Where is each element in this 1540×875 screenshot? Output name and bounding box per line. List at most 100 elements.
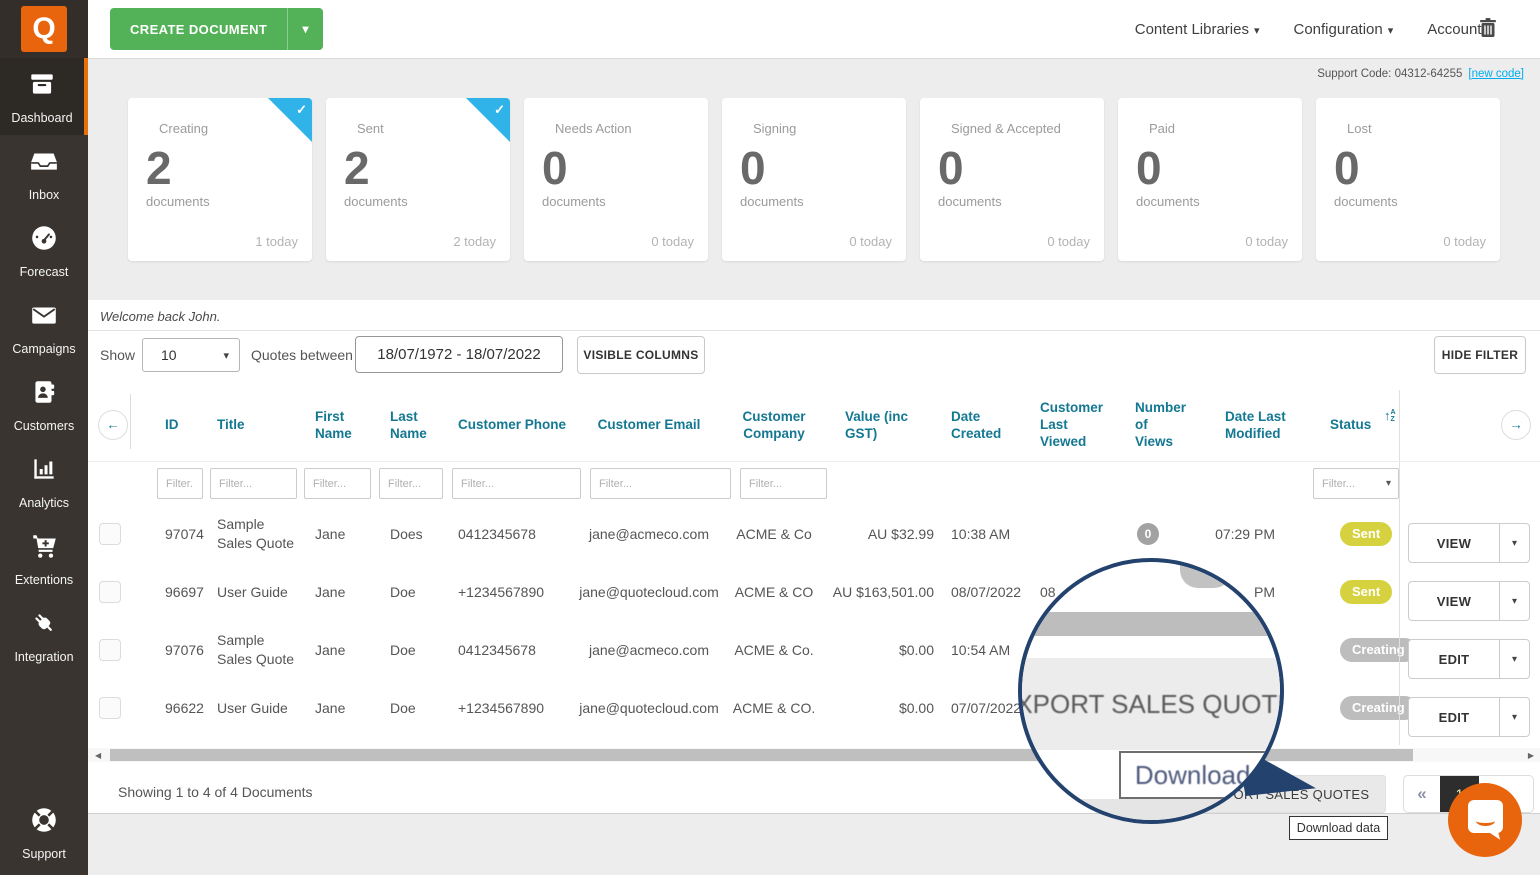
main-content: Welcome back John. Show 10 ▾ Quotes betw… (88, 300, 1540, 813)
card-signed-accepted[interactable]: Signed & Accepted 0 documents 0 today (920, 98, 1104, 261)
sidebar-item-label: Forecast (20, 265, 69, 279)
scrollbar-right-arrow-icon[interactable]: ▶ (1528, 751, 1534, 760)
hide-filter-button[interactable]: HIDE FILTER (1434, 336, 1526, 374)
col-header-last-viewed[interactable]: Customer Last Viewed (1028, 400, 1110, 451)
card-creating[interactable]: ✓ Creating 2 documents 1 today (128, 98, 312, 261)
cell-title: Sample Sales Quote (204, 631, 296, 669)
row-checkbox[interactable] (99, 523, 121, 545)
filter-input-email[interactable] (590, 468, 731, 499)
filter-input-title[interactable] (210, 468, 297, 499)
card-lost[interactable]: Lost 0 documents 0 today (1316, 98, 1500, 261)
card-needs-action[interactable]: Needs Action 0 documents 0 today (524, 98, 708, 261)
col-header-customer-company[interactable]: Customer Company (724, 409, 824, 443)
card-paid[interactable]: Paid 0 documents 0 today (1118, 98, 1302, 261)
new-code-link[interactable]: [new code] (1468, 68, 1524, 80)
topbar: CREATE DOCUMENT ▾ Content Libraries▾ Con… (88, 0, 1540, 58)
col-header-date-created[interactable]: Date Created (936, 409, 1028, 443)
scrollbar-left-arrow-icon[interactable]: ◀ (95, 751, 101, 760)
col-header-customer-email[interactable]: Customer Email (574, 417, 724, 434)
col-header-value[interactable]: Value (inc GST) (824, 409, 936, 443)
sidebar-item-label: Analytics (19, 496, 69, 510)
card-value: 0 (1334, 144, 1482, 192)
col-header-last-name[interactable]: Last Name (368, 409, 442, 443)
sidebar-item-extentions[interactable]: Extentions (0, 520, 88, 597)
chat-launcher-button[interactable] (1448, 783, 1522, 857)
horizontal-scrollbar[interactable]: ◀ ▶ (88, 748, 1540, 762)
sidebar-item-analytics[interactable]: Analytics (0, 443, 88, 520)
card-value: 2 (344, 144, 492, 192)
col-header-customer-phone[interactable]: Customer Phone (442, 417, 574, 434)
card-today: 0 today (1047, 234, 1090, 249)
cell-title: Sample Sales Quote (204, 515, 296, 553)
row-checkbox[interactable] (99, 581, 121, 603)
show-label: Show (100, 347, 135, 363)
view-button[interactable]: VIEW ▾ (1408, 523, 1530, 563)
cell-date-created: 10:38 AM (936, 526, 1028, 542)
sidebar-item-label: Inbox (29, 188, 60, 202)
filter-input-phone[interactable] (452, 468, 581, 499)
sidebar-item-support[interactable]: Support (0, 794, 88, 871)
col-header-title[interactable]: Title (204, 417, 296, 434)
scroll-left-button[interactable]: ← (98, 410, 128, 440)
chevron-down-icon[interactable]: ▾ (1499, 582, 1529, 620)
card-today: 0 today (651, 234, 694, 249)
trash-icon[interactable] (1478, 17, 1498, 44)
sidebar-item-customers[interactable]: Customers (0, 366, 88, 443)
row-checkbox[interactable] (99, 639, 121, 661)
cell-email: jane@acmeco.com (574, 526, 724, 542)
scroll-right-button[interactable]: → (1501, 410, 1531, 440)
page-size-select[interactable]: 10 ▾ (142, 338, 240, 372)
documents-table: ID Title First Name Last Name Customer P… (88, 390, 1540, 737)
filter-select-status[interactable]: Filter... ▾ (1313, 468, 1399, 499)
cell-value: AU $32.99 (824, 526, 936, 542)
row-checkbox[interactable] (99, 697, 121, 719)
menu-content-libraries[interactable]: Content Libraries▾ (1135, 21, 1260, 38)
cell-id: 97076 (132, 642, 204, 658)
create-document-button[interactable]: CREATE DOCUMENT ▾ (110, 8, 323, 50)
sidebar-item-campaigns[interactable]: Campaigns (0, 289, 88, 366)
cell-company: ACME & CO. (724, 700, 824, 716)
filter-input-id[interactable] (157, 468, 203, 499)
table-row: 96622 User Guide Jane Doe +1234567890 ja… (88, 679, 1540, 737)
col-header-status[interactable]: Status (1288, 417, 1399, 434)
col-header-first-name[interactable]: First Name (296, 409, 368, 443)
sidebar-item-integration[interactable]: Integration (0, 597, 88, 674)
menu-configuration[interactable]: Configuration▾ (1294, 21, 1394, 38)
card-sent[interactable]: ✓ Sent 2 documents 2 today (326, 98, 510, 261)
magnified-tooltip: Download d (1119, 751, 1284, 799)
filter-input-company[interactable] (740, 468, 827, 499)
pagination-prev-button[interactable]: « (1404, 776, 1440, 812)
card-unit: documents (1334, 194, 1482, 209)
cell-date-modified: 07:29 PM (1186, 526, 1288, 542)
table-row: 97074 Sample Sales Quote Jane Does 04123… (88, 505, 1540, 563)
card-value: 2 (146, 144, 294, 192)
sort-az-icon[interactable]: ↑AZ (1384, 408, 1396, 424)
col-header-id[interactable]: ID (132, 417, 204, 434)
card-value: 0 (542, 144, 690, 192)
card-today: 2 today (453, 234, 496, 249)
sidebar-item-forecast[interactable]: Forecast (0, 212, 88, 289)
cell-value: $0.00 (824, 642, 936, 658)
chevron-down-icon[interactable]: ▾ (1499, 698, 1529, 736)
edit-button[interactable]: EDIT ▾ (1408, 697, 1530, 737)
sidebar-item-dashboard[interactable]: Dashboard (0, 58, 88, 135)
filter-input-last-name[interactable] (379, 468, 443, 499)
sidebar-item-inbox[interactable]: Inbox (0, 135, 88, 212)
chevron-down-icon[interactable]: ▾ (1499, 640, 1529, 678)
view-button[interactable]: VIEW ▾ (1408, 581, 1530, 621)
card-title: Lost (1334, 120, 1482, 138)
filter-input-first-name[interactable] (304, 468, 371, 499)
chevron-down-icon[interactable]: ▾ (287, 8, 323, 50)
visible-columns-button[interactable]: VISIBLE COLUMNS (577, 336, 705, 374)
card-signing[interactable]: Signing 0 documents 0 today (722, 98, 906, 261)
campaigns-icon (29, 300, 59, 342)
col-header-date-modified[interactable]: Date Last Modified (1186, 409, 1288, 443)
chevron-down-icon: ▾ (223, 349, 239, 362)
divider (88, 330, 1540, 331)
chevron-down-icon[interactable]: ▾ (1499, 524, 1529, 562)
date-range-input[interactable]: 18/07/1972 - 18/07/2022 (355, 336, 563, 373)
table-toolbar: Show 10 ▾ Quotes between 18/07/1972 - 18… (88, 336, 1540, 376)
col-header-views[interactable]: Number of Views (1110, 400, 1186, 451)
edit-button[interactable]: EDIT ▾ (1408, 639, 1530, 679)
app-logo[interactable]: Q (21, 6, 67, 52)
